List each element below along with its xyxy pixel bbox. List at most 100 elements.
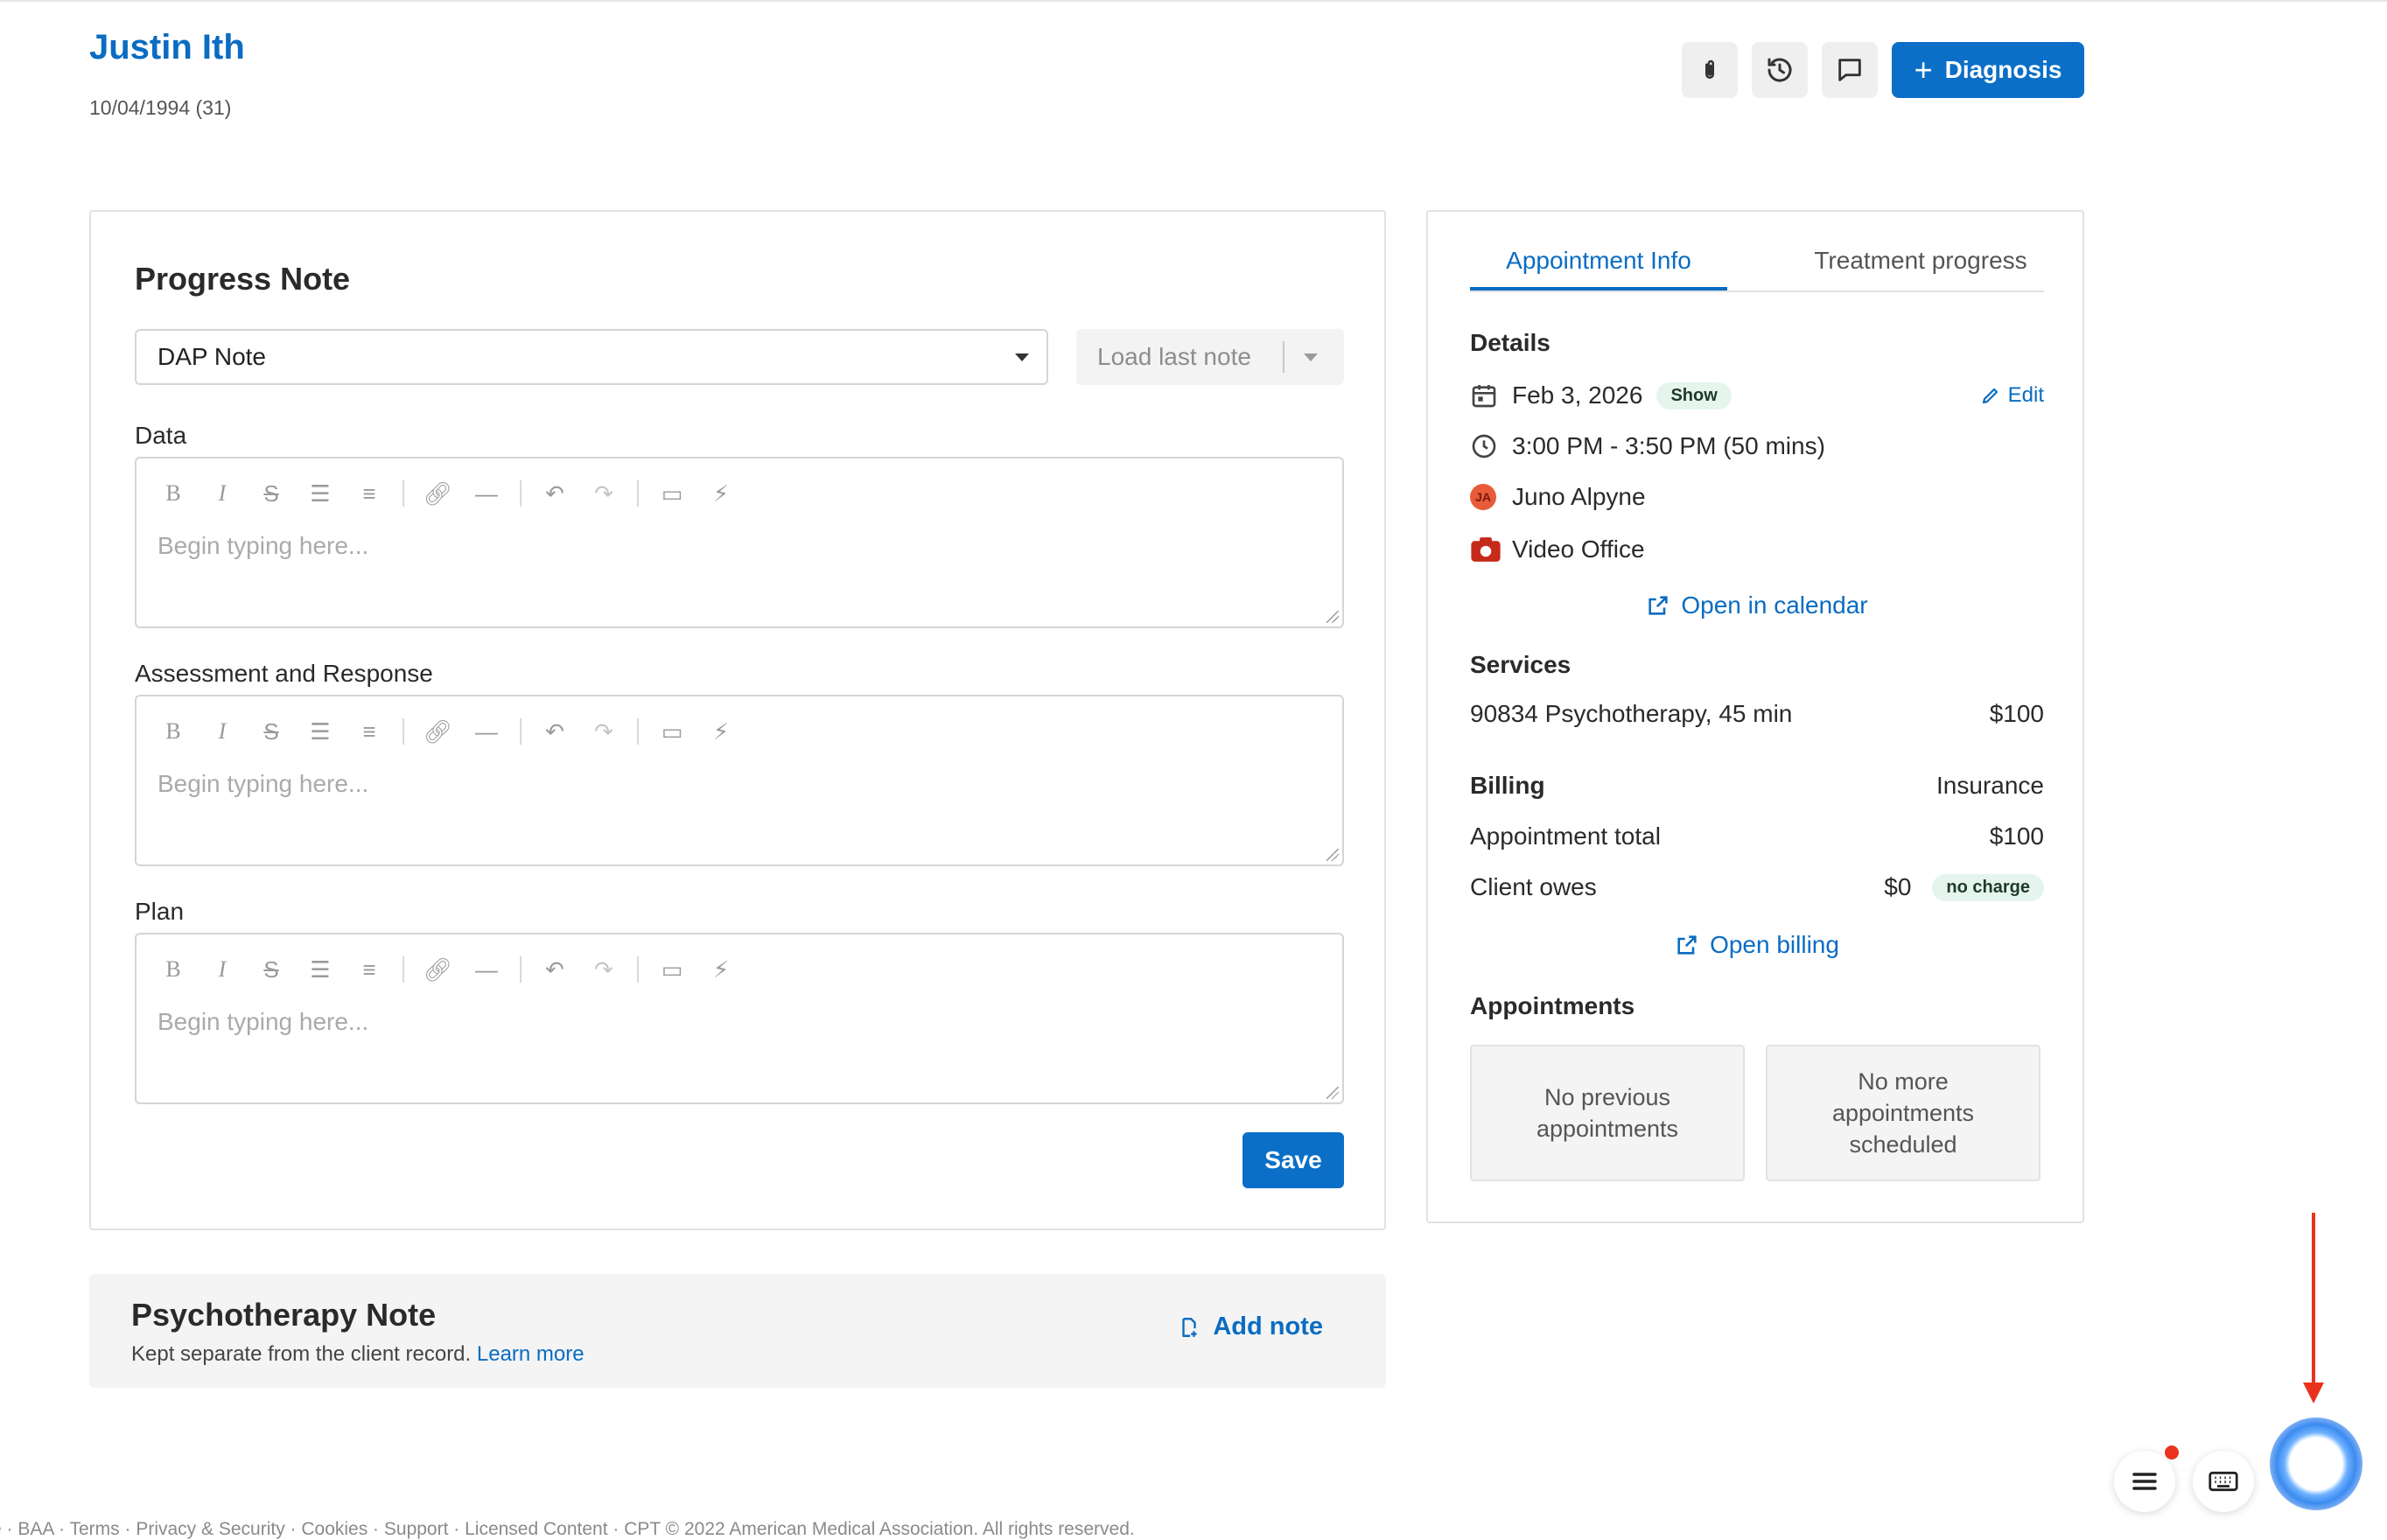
redo-icon[interactable]: ↷ (588, 716, 620, 747)
add-diagnosis-button[interactable]: + Diagnosis (1892, 42, 2084, 98)
bullet-list-icon[interactable]: ☰ (304, 478, 336, 509)
attachments-button[interactable] (1682, 42, 1738, 98)
client-owes-label: Client owes (1470, 873, 1597, 900)
paperclip-icon (1705, 60, 1714, 79)
appointment-total-row: Appointment total $100 (1470, 822, 2044, 850)
plan-placeholder: Begin typing here... (158, 1008, 369, 1035)
numbered-list-icon[interactable]: ≡ (354, 478, 385, 509)
note-template-select[interactable]: DAP Note (135, 329, 1048, 385)
tab-treatment-progress[interactable]: Treatment progress (1797, 247, 2044, 290)
diagnosis-label: Diagnosis (1944, 56, 2062, 83)
load-last-note-button[interactable]: Load last note (1076, 329, 1344, 385)
menu-button[interactable] (2114, 1451, 2175, 1512)
data-editor[interactable]: B I S ☰ ≡ 🔗︎ — ↶ ↷ ▭ ⚡︎ Begin typing her… (135, 457, 1344, 628)
link-icon[interactable]: 🔗︎ (422, 478, 453, 509)
calendar-icon (1470, 382, 1502, 410)
service-row: 90834 Psychotherapy, 45 min $100 (1470, 700, 2044, 728)
appointment-tabs: Appointment Info Treatment progress (1470, 247, 2044, 292)
redo-icon[interactable]: ↷ (588, 478, 620, 509)
comments-button[interactable] (1822, 42, 1878, 98)
toolbar-divider (402, 718, 404, 745)
client-owes-row: Client owes $0 no charge (1470, 873, 2044, 901)
annotation-arrow (2312, 1213, 2315, 1388)
italic-icon[interactable]: I (206, 954, 238, 985)
undo-icon[interactable]: ↶ (539, 716, 570, 747)
numbered-list-icon[interactable]: ≡ (354, 716, 385, 747)
insert-card-icon[interactable]: ▭ (656, 716, 688, 747)
billing-title: Billing (1470, 772, 1545, 799)
toolbar-divider (402, 480, 404, 507)
psychotherapy-subtitle-text: Kept separate from the client record. (131, 1342, 472, 1366)
horizontal-rule-icon[interactable]: — (471, 954, 502, 985)
insert-card-icon[interactable]: ▭ (656, 478, 688, 509)
save-button[interactable]: Save (1242, 1132, 1344, 1188)
italic-icon[interactable]: I (206, 478, 238, 509)
strikethrough-icon[interactable]: S (256, 478, 287, 509)
document-add-icon (1182, 1317, 1198, 1337)
resize-handle[interactable] (1326, 849, 1339, 861)
notification-dot (2165, 1446, 2179, 1460)
chevron-down-icon[interactable] (1304, 353, 1318, 361)
psychotherapy-note-title: Psychotherapy Note (131, 1297, 437, 1333)
history-button[interactable] (1752, 42, 1808, 98)
client-name[interactable]: Justin Ith (89, 28, 245, 67)
strikethrough-icon[interactable]: S (256, 716, 287, 747)
psychotherapy-note-subtitle: Kept separate from the client record. Le… (131, 1342, 584, 1367)
resize-handle[interactable] (1326, 1087, 1339, 1099)
horizontal-rule-icon[interactable]: — (471, 478, 502, 509)
link-icon[interactable]: 🔗︎ (422, 954, 453, 985)
no-charge-badge: no charge (1932, 873, 2044, 901)
toolbar-divider (520, 956, 522, 983)
appointment-time: 3:00 PM - 3:50 PM (50 mins) (1512, 432, 1825, 459)
redo-icon[interactable]: ↷ (588, 954, 620, 985)
editor-toolbar: B I S ☰ ≡ 🔗︎ — ↶ ↷ ▭ ⚡︎ (158, 952, 754, 987)
resize-handle[interactable] (1326, 611, 1339, 623)
insert-card-icon[interactable]: ▭ (656, 954, 688, 985)
plan-editor[interactable]: B I S ☰ ≡ 🔗︎ — ↶ ↷ ▭ ⚡︎ Begin typing her… (135, 933, 1344, 1104)
learn-more-link[interactable]: Learn more (477, 1342, 584, 1366)
lightning-icon[interactable]: ⚡︎ (705, 478, 737, 509)
horizontal-rule-icon[interactable]: — (471, 716, 502, 747)
assistant-orb-button[interactable] (2270, 1418, 2362, 1510)
field-label-data: Data (135, 422, 187, 449)
undo-icon[interactable]: ↶ (539, 478, 570, 509)
service-price: $100 (1989, 700, 2044, 727)
lightning-icon[interactable]: ⚡︎ (705, 716, 737, 747)
clinician-name[interactable]: Juno Alpyne (1512, 483, 1646, 511)
strikethrough-icon[interactable]: S (256, 954, 287, 985)
undo-icon[interactable]: ↶ (539, 954, 570, 985)
hamburger-menu-icon (2132, 1473, 2157, 1490)
italic-icon[interactable]: I (206, 716, 238, 747)
billing-type: Insurance (1936, 772, 2044, 799)
appointment-info-panel: Appointment Info Treatment progress Deta… (1426, 210, 2084, 1223)
client-dob: 10/04/1994 (31) (89, 96, 232, 119)
bold-icon[interactable]: B (158, 954, 189, 985)
toolbar-divider (637, 956, 639, 983)
edit-appointment-link[interactable]: Edit (1980, 383, 2044, 408)
open-billing-label: Open billing (1710, 931, 1839, 958)
open-billing-link[interactable]: Open billing (1470, 931, 2044, 959)
lightning-icon[interactable]: ⚡︎ (705, 954, 737, 985)
services-title: Services (1470, 651, 1572, 678)
open-in-calendar-label: Open in calendar (1681, 592, 1868, 619)
bold-icon[interactable]: B (158, 478, 189, 509)
bullet-list-icon[interactable]: ☰ (304, 954, 336, 985)
appointment-date-row: Feb 3, 2026 Show Edit (1470, 378, 2044, 413)
bullet-list-icon[interactable]: ☰ (304, 716, 336, 747)
tab-appointment-info[interactable]: Appointment Info (1470, 247, 1727, 290)
external-link-icon (1677, 935, 1697, 955)
footer-links[interactable]: e · BAA · Terms · Privacy & Security · C… (0, 1519, 1135, 1540)
link-icon[interactable]: 🔗︎ (422, 716, 453, 747)
keyboard-shortcuts-button[interactable] (2193, 1451, 2254, 1512)
clock-icon (1470, 432, 1502, 460)
numbered-list-icon[interactable]: ≡ (354, 954, 385, 985)
appointment-total-label: Appointment total (1470, 822, 1661, 850)
assessment-editor[interactable]: B I S ☰ ≡ 🔗︎ — ↶ ↷ ▭ ⚡︎ Begin typing her… (135, 695, 1344, 866)
add-note-label: Add note (1213, 1312, 1323, 1340)
open-in-calendar-link[interactable]: Open in calendar (1470, 592, 2044, 620)
add-note-button[interactable]: Add note (1178, 1312, 1323, 1341)
clinician-avatar: JA (1470, 484, 1496, 510)
bold-icon[interactable]: B (158, 716, 189, 747)
billing-row: Billing Insurance (1470, 772, 2044, 800)
comment-icon (1838, 59, 1861, 81)
